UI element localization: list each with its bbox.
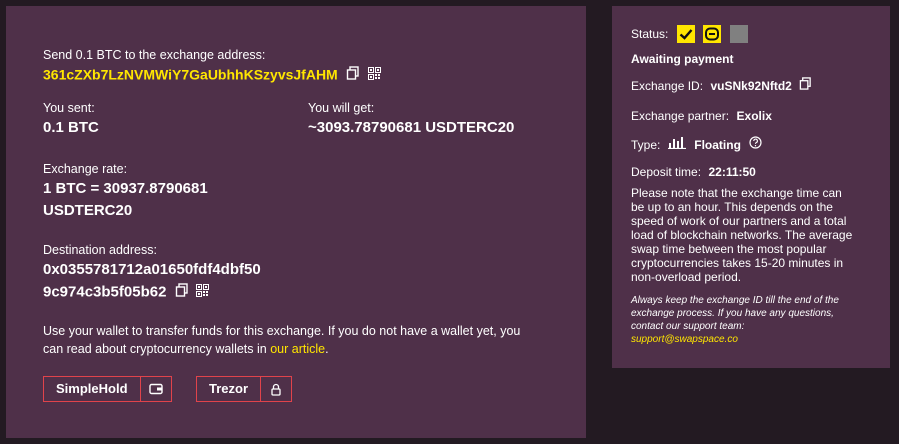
deposit-time: 22:11:50 xyxy=(708,165,756,179)
support-note: Always keep the exchange ID till the end… xyxy=(631,294,839,346)
type-value: Floating xyxy=(694,138,741,153)
status-panel: Status: Awaiting payment Exchange ID: vu… xyxy=(612,6,890,368)
wallet-icon xyxy=(139,377,171,401)
deposit-address[interactable]: 361cZXb7LzNVMWiY7GaUbhhKSzyvsJfAHM xyxy=(43,67,338,83)
qr-code-icon[interactable] xyxy=(196,283,210,302)
you-sent-value: 0.1 BTC xyxy=(43,119,99,136)
rate-value-line2: USDTERC20 xyxy=(43,202,133,219)
you-get-value: ~3093.78790681 USDTERC20 xyxy=(308,119,515,136)
exchange-details-panel: Send 0.1 BTC to the exchange address: 36… xyxy=(6,6,586,438)
support-email-link[interactable]: support@swapspace.co xyxy=(631,333,839,346)
pending-step-icon xyxy=(729,25,748,43)
exchange-id[interactable]: vuSNk92Nftd2 xyxy=(711,79,792,93)
trezor-wallet-button[interactable]: Trezor xyxy=(196,376,293,402)
you-get-label: You will get: xyxy=(308,101,375,115)
wallet-text: can read about cryptocurrency wallets in xyxy=(43,342,267,356)
support-note-line: Always keep the exchange ID till the end… xyxy=(631,295,839,306)
destination-address-line2: 9c974c3b5f05b62 xyxy=(43,283,167,301)
partner-name: Exolix xyxy=(736,109,772,123)
exchange-time-note: Please note that the exchange time can b… xyxy=(631,186,852,284)
status-text: Awaiting payment xyxy=(631,52,734,66)
note-line: cryptocurrencies takes 15-20 minutes in xyxy=(631,256,844,270)
exchange-id-row: Exchange ID: vuSNk92Nftd2 xyxy=(631,77,812,95)
copy-icon[interactable] xyxy=(346,66,360,85)
deposit-address-row: 361cZXb7LzNVMWiY7GaUbhhKSzyvsJfAHM xyxy=(43,66,381,85)
simplehold-wallet-button[interactable]: SimpleHold xyxy=(43,376,172,402)
partner-row: Exchange partner: Exolix xyxy=(631,107,772,125)
wallet-text-end: . xyxy=(325,342,329,356)
you-sent-label: You sent: xyxy=(43,101,95,115)
qr-code-icon[interactable] xyxy=(367,66,381,85)
exchange-id-label: Exchange ID: xyxy=(631,79,704,94)
note-line: Please note that the exchange time can xyxy=(631,186,842,200)
deposit-time-row: Deposit time: 22:11:50 xyxy=(631,163,756,181)
rate-value-line1: 1 BTC = 30937.8790681 xyxy=(43,180,208,197)
note-line: be up to an hour. This depends on the xyxy=(631,200,833,214)
support-note-line: exchange process. If you have any questi… xyxy=(631,308,834,319)
destination-address-line1: 0x0355781712a01650fdf4dbf50 xyxy=(43,261,261,278)
support-note-line: contact our support team: xyxy=(631,321,745,332)
wallet-name: SimpleHold xyxy=(56,381,128,396)
wallet-text-line2: can read about cryptocurrency wallets in… xyxy=(43,342,329,356)
wallet-text-line1: Use your wallet to transfer funds for th… xyxy=(43,324,521,338)
lock-icon xyxy=(260,377,291,401)
type-label: Type: xyxy=(631,138,661,153)
bar-chart-icon xyxy=(667,136,687,154)
checkmark-icon xyxy=(676,25,695,43)
send-label: Send 0.1 BTC to the exchange address: xyxy=(43,48,266,62)
copy-icon[interactable] xyxy=(799,77,812,95)
destination-address-row: 9c974c3b5f05b62 xyxy=(43,283,210,302)
wallet-name: Trezor xyxy=(209,381,249,396)
partner-label: Exchange partner: xyxy=(631,109,730,123)
copy-icon[interactable] xyxy=(175,283,189,302)
note-line: non-overload period. xyxy=(631,270,742,284)
deposit-time-label: Deposit time: xyxy=(631,165,702,179)
help-icon[interactable] xyxy=(749,136,762,154)
note-line: swap time between the most popular xyxy=(631,242,827,256)
hourglass-icon xyxy=(703,25,722,43)
note-line: speed of work of our partners and a tota… xyxy=(631,214,847,228)
rate-label: Exchange rate: xyxy=(43,162,128,176)
status-row: Status: xyxy=(631,25,752,43)
destination-label: Destination address: xyxy=(43,243,157,257)
note-line: load of blockchain networks. The average xyxy=(631,228,853,242)
our-article-link[interactable]: our article xyxy=(270,342,325,356)
type-row: Type: Floating xyxy=(631,136,762,154)
status-label: Status: xyxy=(631,27,669,41)
